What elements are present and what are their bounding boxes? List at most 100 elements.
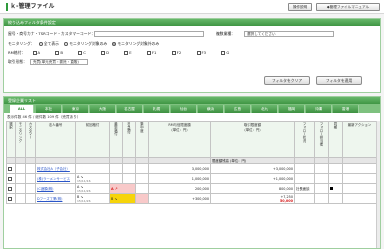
business-label: 複数業種：	[216, 31, 235, 36]
trade-limit-cell: 800,000	[210, 183, 295, 194]
table-row[interactable]: 株式会社A（子会社） 3,000,000 +3,000,000	[6, 163, 377, 174]
checkbox-icon	[221, 51, 226, 55]
vertical-scrollbar[interactable]	[376, 121, 380, 248]
rm-option-f3[interactable]: F3	[196, 50, 206, 55]
monitoring-option-nontarget[interactable]: モニタリング対象外のみ	[112, 41, 159, 46]
radio-checked-icon	[112, 42, 117, 46]
monitoring-option-all[interactable]: 全て表示	[38, 41, 59, 46]
title-accent	[6, 3, 8, 11]
memo-cell	[314, 163, 329, 174]
tab-branch[interactable]: 札幌	[144, 105, 170, 113]
rm-option-a[interactable]: A	[32, 50, 40, 55]
tab-branch[interactable]: 大阪	[90, 105, 116, 113]
monitoring-option-label: モニタリング対象外のみ	[117, 41, 160, 46]
tab-branch[interactable]: 北九	[252, 105, 278, 113]
rating-date: 15/11/26	[77, 188, 91, 193]
monitoring-option-label: 全て表示	[43, 41, 59, 46]
concentration-cell	[135, 173, 149, 184]
rm-option-g[interactable]: G	[221, 50, 229, 55]
company-name-link[interactable]: 株式会社A（子会社）	[35, 163, 76, 174]
company-name-link[interactable]: Dフーズ工業(株)	[35, 193, 76, 204]
tab-branch[interactable]: 沖縄	[306, 105, 332, 113]
col-rm-limit: RM与信限度額 (単位：円)	[148, 121, 211, 158]
tab-branch[interactable]: 名古屋	[117, 105, 143, 113]
col-concentration-label: 集中度	[139, 122, 144, 133]
filter-panel: 絞り込みフィルタ条件設定 屋号・商号カナ・TSRコード・カスタマーコード： 複数…	[3, 18, 381, 93]
memo-cell	[314, 173, 329, 184]
follow-cell	[294, 173, 315, 184]
company-name-link[interactable]: (C酒類(株)	[35, 183, 76, 194]
monitoring-option-target[interactable]: モニタリング対象のみ	[64, 41, 107, 46]
keyword-input[interactable]	[94, 31, 204, 37]
checkbox-icon	[124, 51, 129, 55]
follow-cell	[294, 193, 315, 204]
row-checkbox[interactable]	[6, 163, 16, 174]
row-checkbox[interactable]	[6, 173, 16, 184]
manual-button[interactable]: ◆管理ファイルマニュアル	[316, 3, 380, 11]
rating-now-value: B ↘	[111, 196, 118, 201]
business-select[interactable]: 選択してください	[244, 31, 334, 37]
monitoring-label: モニタリング：	[8, 41, 35, 46]
keyword-label: 屋号・商号カナ・TSRコード・カスタマーコード：	[8, 31, 96, 36]
tab-branch[interactable]: 香港	[333, 105, 359, 113]
tab-branch[interactable]: 東京	[63, 105, 89, 113]
tab-branch[interactable]: 福岡	[279, 105, 305, 113]
tab-branch[interactable]: 本社	[36, 105, 62, 113]
tab-all[interactable]: ALL	[10, 105, 34, 113]
customer-cell	[25, 163, 36, 174]
rating-now-value: A ↗	[111, 186, 118, 191]
rm-option-f2[interactable]: F2	[171, 50, 181, 55]
col-select-label: 選択	[8, 122, 13, 129]
trade-limit-cell: +3,000,000	[210, 163, 295, 174]
rm-option-b[interactable]: B	[55, 50, 63, 55]
rm-option-c[interactable]: C	[78, 50, 86, 55]
rm-row: RM格付： A B C D E F1 F2 F3 G	[8, 50, 229, 56]
col-select: 選択	[6, 121, 16, 158]
memo-cell	[314, 193, 329, 204]
col-follow-label: フォロー状況	[302, 122, 306, 143]
rating-now-cell	[109, 163, 123, 174]
row-checkbox[interactable]	[6, 193, 16, 204]
tab-branch[interactable]: 仙台	[171, 105, 197, 113]
rating-now-cell	[109, 173, 123, 184]
customer-cell	[25, 183, 36, 194]
col-sync: 同期	[328, 121, 343, 158]
concentration-cell	[135, 183, 149, 194]
col-company: 法人番号	[35, 121, 76, 158]
rm-option-d[interactable]: D	[101, 50, 109, 55]
checkbox-icon	[146, 51, 151, 55]
help-button[interactable]: 操作説明	[288, 3, 312, 11]
rm-option-f1[interactable]: F1	[146, 50, 156, 55]
row-checkbox[interactable]	[6, 183, 16, 194]
customer-cell	[25, 173, 36, 184]
follow-cell	[294, 163, 315, 174]
table-row[interactable]: (C酒類(株) A ↘ 15/11/26 A ↗ 200,000 800,000 …	[6, 183, 377, 194]
rm-option-e[interactable]: E	[124, 50, 132, 55]
sync-cell	[328, 183, 343, 194]
company-name-link[interactable]: (株)ラーメンサービス	[35, 173, 76, 184]
follow-cell: 社長面談	[294, 183, 315, 194]
tab-branch[interactable]: 広島	[225, 105, 251, 113]
table-row[interactable]: (株)ラーメンサービス A ↘ 15/11/16 1,000,000 +1,000…	[6, 173, 377, 184]
col-concentration: 集中度	[135, 121, 149, 158]
trade-balance-value: 50,000	[279, 198, 293, 203]
monitoring-option-label: モニタリング対象のみ	[69, 41, 108, 46]
branch-select[interactable]: 売買(単元売買・委託・直販)	[30, 59, 88, 65]
table-row[interactable]: Dフーズ工業(株) B ↘ 15/11/26 B ↘ +300,000 +7,25…	[6, 193, 377, 204]
col-rating-prev-label: 前回格付	[85, 123, 100, 127]
rating-prev-cell: A ↘ 15/11/26	[75, 183, 110, 194]
title-bar: ｋ-管理ファイル 操作説明 ◆管理ファイルマニュアル	[0, 0, 384, 14]
apply-filter-button[interactable]: フィルタを適用	[316, 76, 362, 85]
tab-branch[interactable]: 横浜	[198, 105, 224, 113]
rm-limit-cell: 1,000,000	[148, 173, 211, 184]
col-follow: フォロー状況	[294, 121, 315, 158]
rating-prev-cell: A ↘ 15/11/16	[75, 173, 110, 184]
limit-balance-unit: (単位：円)	[230, 159, 247, 163]
branch-tabs: ALL 本社 東京 大阪 名古屋 札幌 仙台 横浜 広島 北九 福岡 沖縄 香港	[4, 104, 380, 113]
checkbox-icon	[8, 196, 12, 201]
clear-filter-button[interactable]: フィルタをクリア	[264, 76, 310, 85]
checkbox-icon	[8, 166, 12, 171]
monitor-cell	[15, 193, 26, 204]
concentration-cell	[135, 193, 149, 204]
rm-limit-cell: 3,000,000	[148, 163, 211, 174]
